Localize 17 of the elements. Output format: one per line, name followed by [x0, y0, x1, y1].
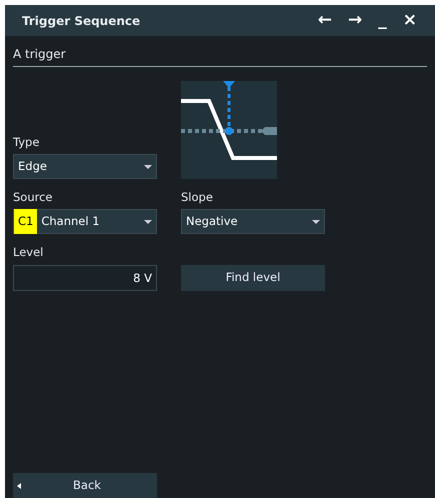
caret-icon — [144, 164, 152, 168]
level-field[interactable]: 8 V — [13, 264, 157, 290]
slope-dropdown[interactable]: Negative — [181, 209, 325, 234]
section-title: A trigger — [13, 45, 427, 67]
caret-icon — [312, 220, 320, 224]
field-label: Level — [13, 244, 44, 262]
field-label: Type — [13, 134, 40, 151]
field-label: Slope — [181, 189, 214, 206]
find-level-button[interactable]: Find level — [181, 264, 325, 290]
source-dropdown[interactable]: C1 Channel 1 — [13, 209, 157, 234]
window-title: Trigger Sequence — [22, 12, 140, 30]
channel-badge: C1 — [14, 209, 38, 234]
left-triangle-icon — [17, 482, 21, 488]
back-button[interactable]: Back — [13, 473, 157, 498]
caret-icon — [144, 220, 152, 224]
type-dropdown[interactable]: Edge — [13, 154, 157, 179]
field-label: Source — [13, 189, 54, 206]
